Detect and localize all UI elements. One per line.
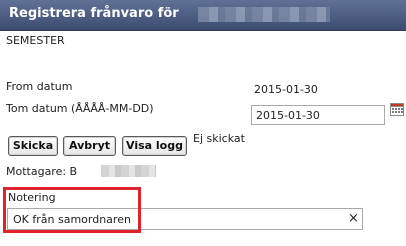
from-date-value: 2015-01-30 [254, 83, 318, 96]
recipient-label: Mottagare: B [6, 165, 78, 178]
absence-dialog: Registrera frånvaro för SEMESTER From da… [0, 0, 406, 246]
dialog-titlebar: Registrera frånvaro för [0, 0, 406, 31]
show-log-button[interactable]: Visa logg [122, 136, 187, 156]
absence-type-label: SEMESTER [6, 34, 65, 47]
to-date-input[interactable]: 2015-01-30 [251, 105, 385, 125]
redacted-recipient-name [101, 165, 156, 177]
redacted-employee-name [198, 7, 330, 22]
dialog-title: Registrera frånvaro för [9, 6, 179, 21]
status-text: Ej skickat [193, 132, 245, 145]
clear-icon[interactable]: × [348, 212, 359, 225]
send-button[interactable]: Skicka [8, 136, 58, 156]
cancel-button[interactable]: Avbryt [63, 136, 116, 156]
to-date-label: Tom datum (ÅÅÅÅ-MM-DD) [6, 102, 154, 115]
from-date-label: From datum [6, 80, 73, 93]
note-highlight-box [3, 187, 141, 233]
calendar-icon[interactable] [390, 103, 404, 116]
